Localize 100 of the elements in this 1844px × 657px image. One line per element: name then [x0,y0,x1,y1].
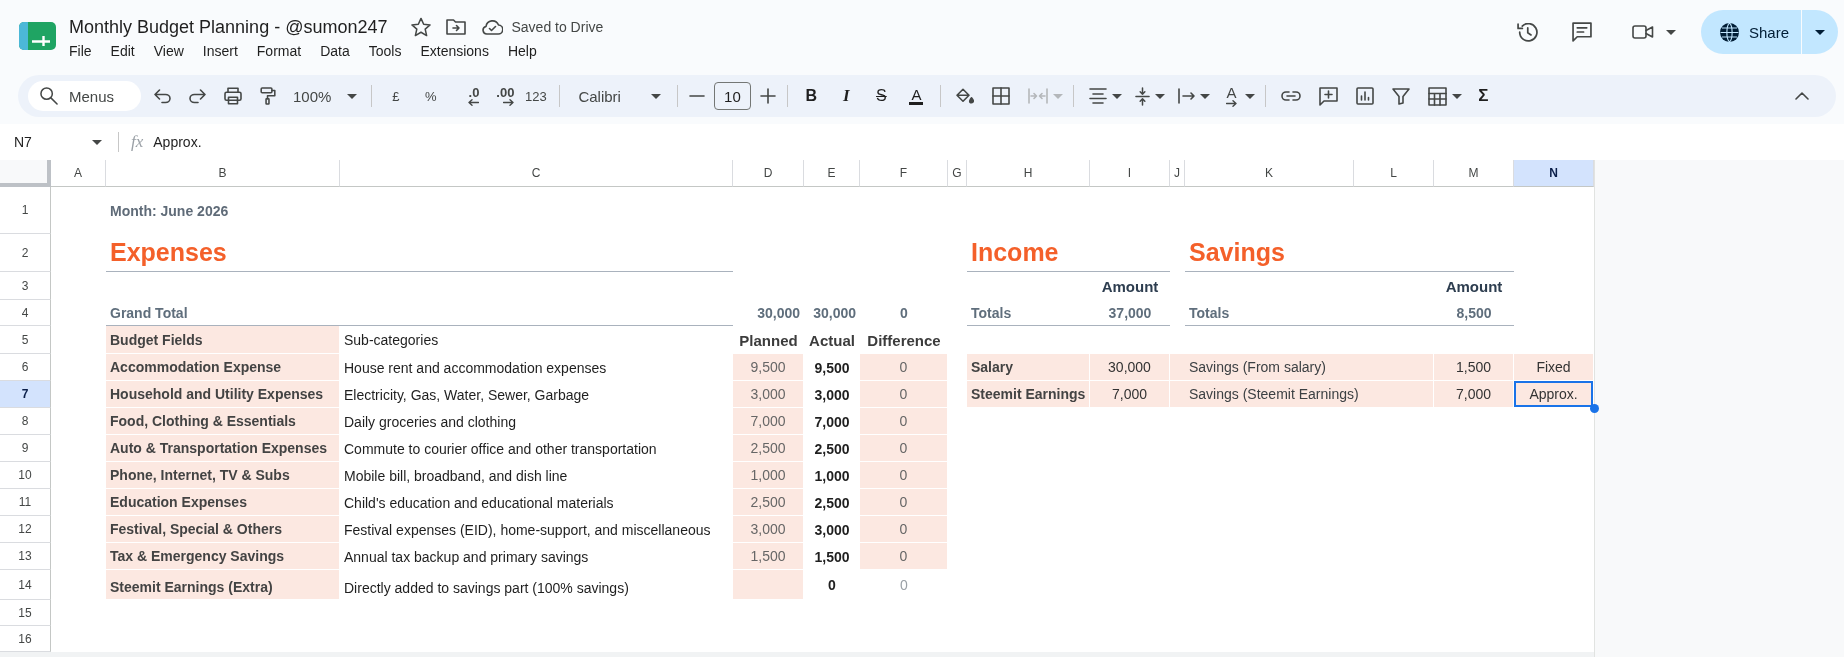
share-button[interactable]: Share [1700,10,1801,54]
row-header[interactable]: 1 [0,187,51,234]
row-header[interactable]: 7 [0,381,51,408]
font-dropdown[interactable]: Calibri [570,82,667,110]
row-header[interactable]: 4 [0,300,51,326]
row-header[interactable]: 16 [0,626,51,652]
row-header[interactable]: 12 [0,516,51,543]
undo-icon[interactable] [154,88,171,104]
chevron-up-icon[interactable] [1795,92,1809,100]
caret-icon[interactable] [1244,93,1255,99]
row-header[interactable]: 14 [0,570,51,600]
minus-icon[interactable] [688,94,705,98]
difference-cell: 0 [860,462,948,489]
text-rotation-button[interactable]: A [1217,82,1245,110]
table-icon[interactable] [1427,86,1447,106]
plus-icon[interactable] [759,88,776,104]
menu-item[interactable]: Format [256,43,302,59]
column-header[interactable]: J [1170,160,1185,187]
caret-icon [92,139,102,145]
column-heading: Difference [866,330,942,351]
row-header[interactable]: 13 [0,543,51,570]
menu-item[interactable]: Help [507,43,537,59]
caret-icon[interactable] [1111,93,1122,99]
italic-button[interactable]: I [832,82,860,110]
font-size-field[interactable]: 10 [713,82,751,110]
format-button[interactable]: 123 [522,82,550,110]
spreadsheet-logo-icon[interactable] [19,22,56,50]
star-icon[interactable] [411,17,432,37]
caret-icon[interactable] [1199,93,1210,99]
difference-cell: 0 [860,516,948,543]
save-status: Saved to Drive [511,19,604,35]
row-header[interactable]: 6 [0,354,51,381]
menu-item[interactable]: File [69,43,92,59]
column-header[interactable]: L [1354,160,1434,187]
row-header[interactable]: 15 [0,600,51,626]
zoom-dropdown[interactable]: 100% [289,82,362,110]
redo-icon[interactable] [189,88,206,104]
row-header[interactable]: 2 [0,234,51,272]
caret-icon[interactable] [1665,29,1676,35]
link-icon[interactable] [1280,91,1301,101]
strikethrough-button[interactable]: S [867,82,895,110]
menu-item[interactable]: Extensions [420,43,489,59]
row-header[interactable]: 9 [0,435,51,462]
total-value: 37,000 [1090,300,1170,326]
caret-icon[interactable] [1154,93,1165,99]
row-header[interactable]: 10 [0,462,51,489]
row-header[interactable]: 8 [0,408,51,435]
category-cell: Auto & Transportation Expenses [106,435,340,462]
column-header[interactable]: E [804,160,860,187]
bold-button[interactable]: B [797,82,825,110]
chart-icon[interactable] [1355,87,1374,105]
comment-add-icon[interactable] [1318,86,1338,106]
formula-field[interactable]: Approx. [153,134,754,150]
column-header[interactable]: M [1434,160,1514,187]
column-header[interactable]: C [340,160,733,187]
paint-bucket-icon[interactable] [955,88,974,104]
column-header[interactable]: F [860,160,948,187]
menu-item[interactable]: View [153,43,184,59]
print-icon[interactable] [224,87,242,105]
column-header[interactable]: H [967,160,1090,187]
video-camera-icon[interactable] [1631,25,1654,39]
column-header[interactable]: A [51,160,106,187]
column-header[interactable]: G [948,160,967,187]
column-header[interactable]: D [733,160,804,187]
filter-icon[interactable] [1391,87,1410,105]
arrow-left-icon [468,99,480,106]
caret-icon[interactable] [1451,93,1462,99]
column-header[interactable]: N [1514,160,1594,187]
column-header[interactable]: I [1090,160,1170,187]
column-header[interactable]: B [106,160,340,187]
text-color-button[interactable]: A [902,82,930,110]
history-icon[interactable] [1516,22,1538,42]
functions-button[interactable]: Σ [1469,82,1497,110]
name-box[interactable]: N7 [8,129,106,155]
menu-item[interactable]: Insert [202,43,238,59]
column-header[interactable]: K [1185,160,1354,187]
text-wrap-icon[interactable] [1177,88,1195,104]
format-button[interactable]: % [417,82,445,110]
row-header[interactable]: 5 [0,326,51,354]
paint-roller-icon[interactable] [260,87,276,105]
planned-cell: 2,500 [733,435,804,462]
menu-item[interactable]: Edit [110,43,135,59]
cloud-check-icon[interactable] [482,19,504,35]
vertical-align-icon[interactable] [1134,86,1150,106]
increase-decimals-button[interactable]: .00 [487,82,515,110]
format-button[interactable]: £ [382,82,410,110]
folder-icon[interactable] [446,19,467,35]
align-center-icon[interactable] [1088,88,1107,104]
comment-icon[interactable] [1571,22,1592,42]
row-header[interactable]: 3 [0,272,51,300]
menu-item[interactable]: Tools [368,43,402,59]
menu-item[interactable]: Data [320,43,350,59]
difference-cell: 0 [860,381,948,408]
savings-amount-cell: 1,500 [1434,354,1514,381]
borders-icon[interactable] [991,87,1010,105]
fill-handle[interactable] [1590,404,1599,413]
menus-search-field[interactable]: Menus [28,81,141,111]
row-header[interactable]: 11 [0,489,51,516]
document-title[interactable]: Monthly Budget Planning - @sumon247 [69,16,388,38]
decrease-decimals-button[interactable]: .0 [452,82,480,110]
